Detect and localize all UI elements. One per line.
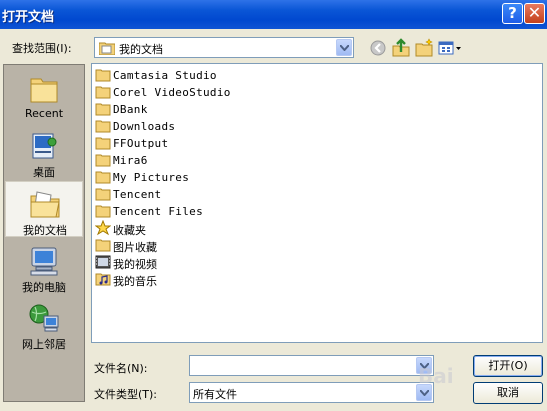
filetype-label: 文件类型(T):	[94, 388, 158, 401]
folder-icon	[95, 137, 111, 150]
network-icon	[29, 304, 59, 332]
place-desktop[interactable]: 桌面	[5, 124, 83, 180]
folder-icon	[95, 120, 111, 133]
file-name: My Pictures	[113, 171, 190, 184]
file-name: 收藏夹	[113, 224, 146, 237]
chevron-down-icon[interactable]	[336, 39, 352, 56]
new-folder-icon[interactable]	[414, 38, 434, 58]
file-name: Corel VideoStudio	[113, 86, 231, 99]
my-computer-icon	[30, 247, 58, 276]
cancel-button[interactable]: 取消	[473, 382, 543, 404]
back-icon[interactable]	[368, 38, 388, 58]
close-button[interactable]: ✕	[524, 3, 545, 24]
folder-icon	[95, 171, 111, 184]
place-label: 网上邻居	[22, 338, 66, 351]
file-name: 我的视频	[113, 258, 157, 271]
folder-icon	[95, 239, 111, 252]
filetype-select[interactable]: 所有文件	[189, 382, 434, 403]
folder-icon	[95, 86, 111, 99]
lookin-select[interactable]: 我的文档	[94, 37, 354, 58]
my-documents-icon	[99, 42, 115, 55]
views-menu-icon[interactable]	[437, 38, 463, 58]
up-folder-icon[interactable]	[391, 38, 411, 58]
window-title: 打开文档	[2, 10, 55, 25]
file-name: 图片收藏	[113, 241, 157, 254]
file-name: DBank	[113, 103, 148, 116]
file-name: Downloads	[113, 120, 176, 133]
folder-icon	[95, 154, 111, 167]
place-recent[interactable]: Recent	[5, 67, 83, 123]
recent-icon	[30, 78, 58, 103]
filename-field[interactable]	[189, 355, 434, 376]
place-label: 桌面	[33, 166, 55, 179]
file-name: Mira6	[113, 154, 148, 167]
folder-icon	[95, 69, 111, 82]
my-documents-icon	[30, 191, 60, 218]
place-label: Recent	[24, 107, 64, 120]
place-my-computer[interactable]: 我的电脑	[5, 239, 83, 295]
places-bar: Recent 桌面 我的文档 我的电脑 网上邻居	[3, 64, 85, 402]
open-button[interactable]: 打开(O)	[473, 355, 543, 377]
favorites-icon	[95, 220, 111, 236]
video-folder-icon	[95, 255, 111, 269]
filename-label: 文件名(N):	[94, 362, 148, 375]
file-name: Tencent Files	[113, 205, 203, 218]
place-network[interactable]: 网上邻居	[5, 296, 83, 352]
help-button[interactable]: ?	[502, 3, 523, 24]
file-name: Camtasia Studio	[113, 69, 217, 82]
desktop-icon	[32, 133, 57, 159]
place-label: 我的文档	[23, 224, 67, 237]
folder-icon	[95, 188, 111, 201]
file-name: 我的音乐	[113, 275, 157, 288]
place-label: 我的电脑	[22, 281, 66, 294]
file-list[interactable]: Camtasia Studio Corel VideoStudio DBank …	[91, 63, 543, 343]
lookin-value: 我的文档	[119, 43, 163, 56]
file-name: FFOutput	[113, 137, 169, 150]
watermark: Bai	[418, 364, 454, 388]
music-folder-icon	[95, 273, 111, 286]
file-name: Tencent	[113, 188, 162, 201]
lookin-label: 查找范围(I):	[12, 42, 72, 55]
place-my-documents[interactable]: 我的文档	[5, 181, 83, 237]
folder-icon	[95, 205, 111, 218]
folder-icon	[95, 103, 111, 116]
title-bar: 打开文档 ? ✕	[0, 0, 547, 29]
filetype-value: 所有文件	[193, 388, 237, 401]
